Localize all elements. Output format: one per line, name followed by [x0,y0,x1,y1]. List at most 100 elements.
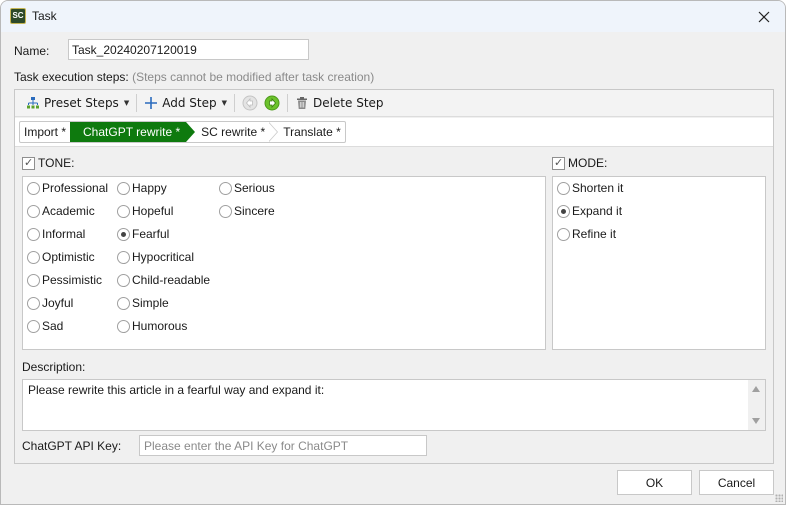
radio-icon [27,273,40,287]
steps-label-text: Task execution steps: [14,70,129,84]
toolbar-divider [136,94,138,112]
tone-radio-sincere[interactable]: Sincere [219,204,275,218]
steps-breadcrumb-bar: Import * ChatGPT rewrite * SC rewrite * … [15,118,773,147]
tone-radio-fearful[interactable]: Fearful [117,227,169,241]
tone-radio-humorous[interactable]: Humorous [117,319,187,333]
resize-grip-icon[interactable] [775,494,783,502]
radio-selected-icon [557,204,570,218]
tone-radio-serious[interactable]: Serious [219,181,275,195]
radio-label: Academic [42,204,95,218]
radio-label: Hopeful [132,204,174,218]
toolbar: Preset Steps ▼ Add Step ▼ Delete Step [15,90,773,117]
radio-label: Fearful [132,227,170,241]
hierarchy-icon [27,97,39,109]
window-title: Task [32,9,57,23]
step-sc-rewrite[interactable]: SC rewrite * [186,122,269,142]
tone-radio-happy[interactable]: Happy [117,181,167,195]
description-label: Description: [22,360,86,374]
tone-radio-hopeful[interactable]: Hopeful [117,204,173,218]
preset-steps-button[interactable]: Preset Steps ▼ [23,92,132,114]
description-textarea[interactable]: Please rewrite this article in a fearful… [22,379,766,431]
tone-radio-hypocritical[interactable]: Hypocritical [117,250,194,264]
add-step-label: Add Step [162,96,217,110]
radio-label: Shorten it [572,181,624,195]
add-step-button[interactable]: Add Step ▼ [141,92,230,114]
chevron-down-icon: ▼ [123,99,130,107]
tone-toggle[interactable]: TONE: [22,156,74,170]
radio-icon [27,227,40,241]
preset-steps-label: Preset Steps [44,96,119,110]
app-logo-icon: SC [10,8,26,24]
scroll-up-icon[interactable] [752,386,760,392]
description-text[interactable]: Please rewrite this article in a fearful… [28,383,324,397]
name-label: Name: [14,44,50,58]
radio-label: Hypocritical [132,250,195,264]
move-right-button[interactable] [261,92,283,114]
radio-selected-icon [117,227,130,241]
tone-radio-professional[interactable]: Professional [27,181,108,195]
ok-button[interactable]: OK [617,470,692,495]
radio-icon [117,273,130,287]
chevron-down-icon: ▼ [221,99,227,107]
description-scrollbar[interactable] [748,380,765,430]
radio-icon [219,181,232,195]
radio-label: Optimistic [42,250,95,264]
delete-step-button[interactable]: Delete Step [292,92,387,114]
radio-label: Pessimistic [42,273,103,287]
radio-icon [117,181,130,195]
radio-icon [557,227,570,241]
plus-icon [145,97,158,109]
radio-label: Joyful [42,296,74,310]
name-input[interactable] [68,39,309,60]
tone-radio-pessimistic[interactable]: Pessimistic [27,273,102,287]
api-key-input[interactable] [139,435,427,456]
radio-label: Child-readable [132,273,211,287]
radio-label: Humorous [132,319,188,333]
radio-icon [117,296,130,310]
mode-radio-expand[interactable]: Expand it [557,204,622,218]
tone-radio-informal[interactable]: Informal [27,227,85,241]
move-left-button[interactable] [239,92,261,114]
tone-label: TONE: [38,156,75,170]
tone-radio-academic[interactable]: Academic [27,204,95,218]
mode-checkbox[interactable] [552,156,565,170]
tone-radio-child-readable[interactable]: Child-readable [117,273,210,287]
tone-options: Professional Academic Informal Optimisti… [22,176,546,350]
radio-label: Expand it [572,204,623,218]
cancel-button[interactable]: Cancel [699,470,774,495]
scroll-down-icon[interactable] [752,418,760,424]
close-button[interactable] [741,1,785,32]
steps-panel: Preset Steps ▼ Add Step ▼ Delete Step Im… [14,89,774,464]
api-key-label: ChatGPT API Key: [22,439,122,453]
radio-label: Happy [132,181,167,195]
radio-icon [219,204,232,218]
tone-radio-simple[interactable]: Simple [117,296,169,310]
arrow-right-circle-icon [264,95,280,111]
radio-icon [27,250,40,264]
toolbar-divider [233,94,235,112]
title-bar: SC Task [1,1,785,32]
close-icon [758,11,770,22]
radio-label: Informal [42,227,86,241]
step-chatgpt-rewrite[interactable]: ChatGPT rewrite * [70,122,196,142]
tone-radio-optimistic[interactable]: Optimistic [27,250,95,264]
mode-toggle[interactable]: MODE: [552,156,607,170]
tone-radio-joyful[interactable]: Joyful [27,296,73,310]
step-translate[interactable]: Translate * [268,122,345,142]
radio-icon [27,296,40,310]
mode-radio-refine[interactable]: Refine it [557,227,616,241]
radio-icon [117,250,130,264]
radio-icon [27,181,40,195]
steps-label: Task execution steps: (Steps cannot be m… [14,70,374,84]
arrow-left-circle-icon [242,95,258,111]
delete-step-label: Delete Step [312,96,384,110]
mode-radio-shorten[interactable]: Shorten it [557,181,623,195]
mode-options: Shorten it Expand it Refine it [552,176,766,350]
radio-icon [117,204,130,218]
radio-icon [117,319,130,333]
radio-icon [27,319,40,333]
step-import[interactable]: Import * [20,122,70,142]
tone-radio-sad[interactable]: Sad [27,319,63,333]
task-dialog: SC Task Name: Task execution steps: (Ste… [0,0,786,505]
tone-checkbox[interactable] [22,156,35,170]
